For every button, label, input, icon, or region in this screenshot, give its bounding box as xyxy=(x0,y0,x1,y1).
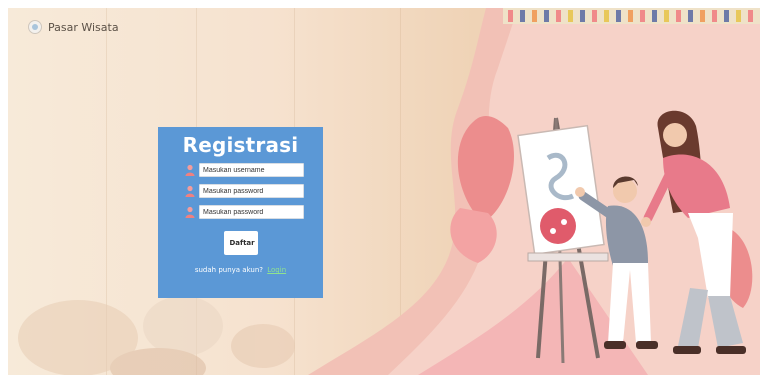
user-icon xyxy=(185,185,195,197)
password-input[interactable] xyxy=(199,184,304,198)
page-background: Pasar Wisata Registrasi Daftar xyxy=(8,8,760,375)
registration-form: Registrasi Daftar sudah punya aku xyxy=(158,127,323,298)
user-icon xyxy=(185,206,195,218)
user-icon xyxy=(185,164,195,176)
form-title: Registrasi xyxy=(182,133,299,157)
confirm-password-row xyxy=(185,205,323,219)
brand-name: Pasar Wisata xyxy=(48,20,119,34)
username-row xyxy=(185,163,323,177)
brand[interactable]: Pasar Wisata xyxy=(28,20,119,34)
pastry-decoration xyxy=(18,296,295,375)
username-input[interactable] xyxy=(199,163,304,177)
register-button[interactable]: Daftar xyxy=(223,231,258,255)
login-prompt-text: sudah punya akun? xyxy=(194,266,264,274)
illustration xyxy=(18,8,760,375)
logo-icon xyxy=(28,20,42,34)
confirm-password-input[interactable] xyxy=(199,205,304,219)
login-prompt: sudah punya akun? Login xyxy=(158,266,323,274)
login-link[interactable]: Login xyxy=(267,266,286,274)
bunting-decoration xyxy=(503,8,760,24)
password-row xyxy=(185,184,323,198)
